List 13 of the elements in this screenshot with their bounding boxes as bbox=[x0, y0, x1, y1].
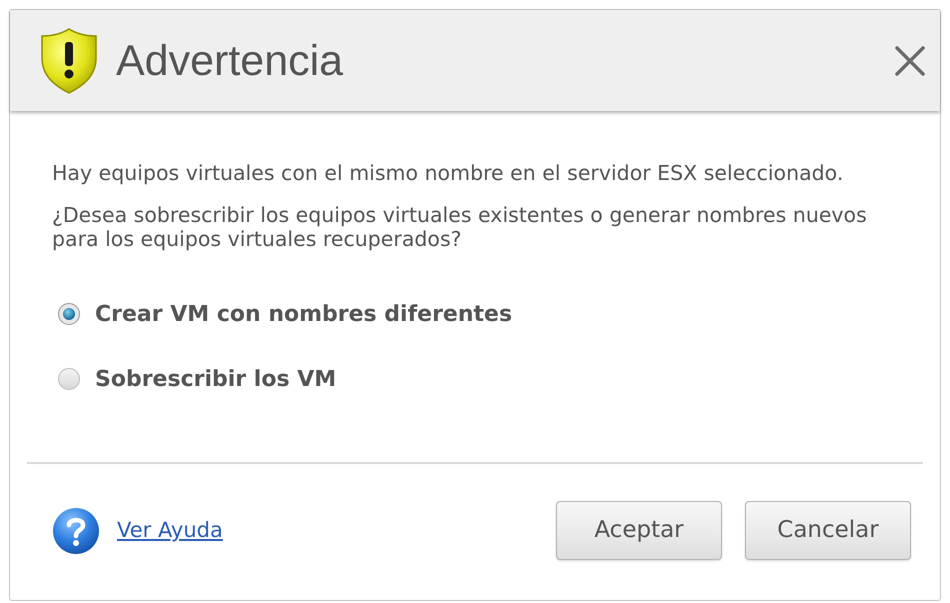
message-text: Hay equipos virtuales con el mismo nombre en el servidor ESX seleccionado. bbox=[52, 161, 844, 185]
option-label[interactable]: Sobrescribir los VM bbox=[95, 362, 336, 396]
option-label[interactable]: Crear VM con nombres diferentes bbox=[95, 298, 512, 330]
dialog-button[interactable]: Cancelar bbox=[745, 501, 911, 560]
warning-shield-icon bbox=[41, 28, 97, 94]
close-icon[interactable] bbox=[894, 44, 926, 76]
window-title: Advertencia bbox=[116, 36, 344, 88]
help-link[interactable]: Ver Ayuda bbox=[117, 514, 223, 546]
help-icon[interactable] bbox=[52, 506, 100, 554]
radio-button[interactable] bbox=[58, 303, 80, 325]
message-text: ¿Desea sobrescribir los equipos virtuales existentes o generar nombres nuevos para los equipos virtuales recuperados? bbox=[52, 203, 868, 251]
radio-button[interactable] bbox=[58, 368, 80, 390]
dialog-button[interactable]: Aceptar bbox=[556, 501, 722, 560]
